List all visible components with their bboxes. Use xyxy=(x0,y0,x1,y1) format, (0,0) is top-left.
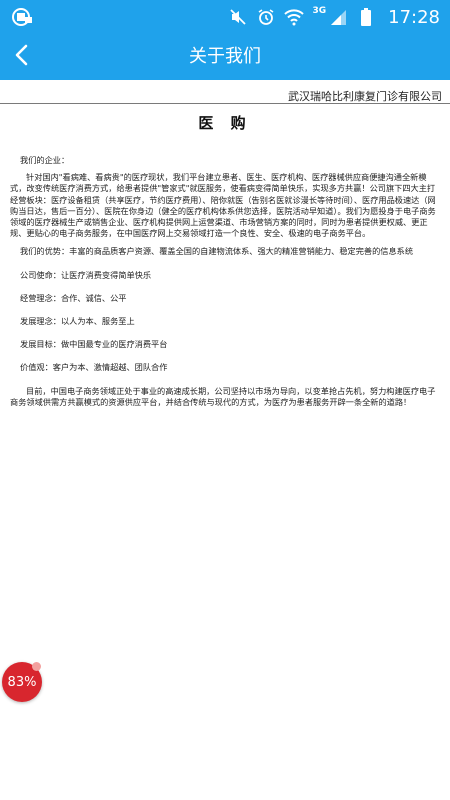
clock: 17:28 xyxy=(388,6,440,28)
philosophy-line: 经营理念：合作、诚信、公平 xyxy=(20,292,127,303)
dev-concept-line: 发展理念：以人为本、服务至上 xyxy=(20,316,135,327)
advantage-line: 我们的优势：丰富的商品质客户资源、覆盖全国的自建物流体系、强大的精准营销能力、稳… xyxy=(20,246,414,257)
wifi-icon xyxy=(284,7,305,27)
values-line: 价值观：客户为本、激情超越、团队合作 xyxy=(20,362,168,373)
status-icons: 3G 17:28 xyxy=(228,0,440,34)
status-bar: 3G 17:28 xyxy=(0,0,450,34)
nav-bar: 关于我们 xyxy=(0,34,450,80)
company-name: 武汉瑞哈比利康复门诊有限公司 xyxy=(288,90,442,103)
header-divider xyxy=(0,103,450,104)
greeting: 我们的企业： xyxy=(20,155,70,165)
document-title: 医 购 xyxy=(198,114,252,132)
signal-icon xyxy=(328,7,348,27)
battery-icon xyxy=(356,7,376,27)
intro-paragraph: 针对国内"看病难、看病贵"的医疗现状，我们平台建立患者、医生、医疗机构、医疗器械… xyxy=(10,172,436,239)
closing-paragraph: 目前，中国电子商务领域正处于事业的高速成长期，公司坚持以市场为导向，以变革抢占先… xyxy=(10,385,436,407)
page-title: 关于我们 xyxy=(189,46,261,67)
app-notification-icon xyxy=(11,7,33,27)
dev-goal-line: 发展目标：做中国最专业的医疗消费平台 xyxy=(20,339,168,350)
alarm-icon xyxy=(256,7,276,27)
network-type: 3G xyxy=(312,6,327,16)
badge-indicator-dot xyxy=(32,662,41,671)
document-body: 我们的企业： 针对国内"看病难、看病贵"的医疗现状，我们平台建立患者、医生、医疗… xyxy=(10,155,442,415)
mission-line: 公司使命：让医疗消费变得简单快乐 xyxy=(20,269,152,280)
mute-icon xyxy=(228,7,248,27)
